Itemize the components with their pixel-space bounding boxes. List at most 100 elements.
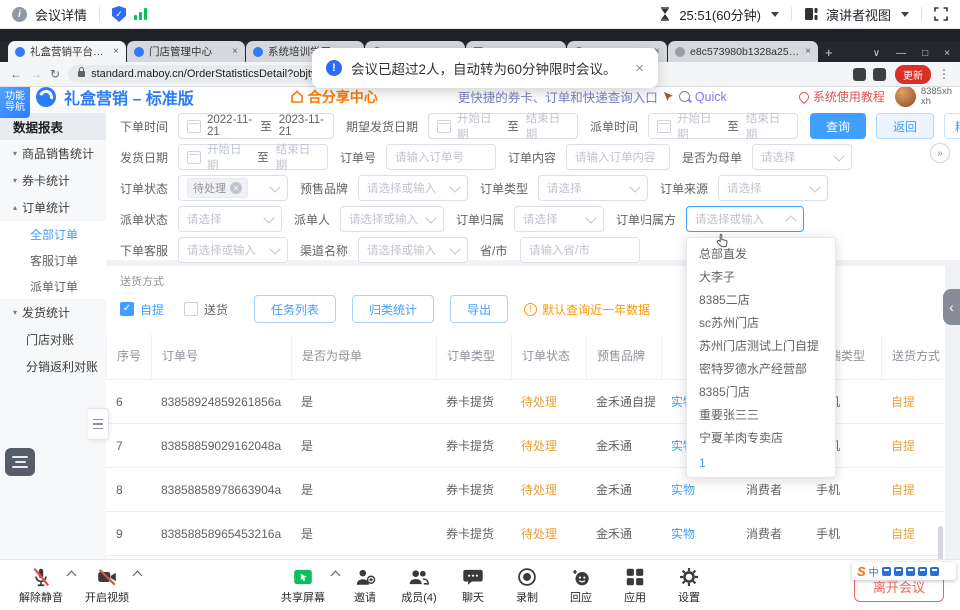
order-no-input[interactable]: 请输入订单号 (386, 144, 496, 170)
pickup-checkbox[interactable]: ✓ (120, 302, 134, 316)
close-window-button[interactable]: × (944, 48, 950, 59)
browser-tab-active[interactable]: 礼盒营销平台管理中心 × (8, 41, 126, 62)
maximize-button[interactable]: □ (922, 48, 928, 59)
dropdown-option[interactable]: 密特罗德水产经营部 (687, 358, 835, 381)
tab-close-icon[interactable]: × (232, 46, 238, 57)
order-time-range[interactable]: 2022-11-21 至 2023-11-21 (178, 113, 334, 139)
reload-icon[interactable]: ↻ (50, 67, 60, 81)
tab-close-icon[interactable]: × (805, 46, 811, 57)
tag-remove-icon[interactable]: × (230, 182, 242, 194)
sogou-ime-bar[interactable]: S 中 (852, 562, 956, 580)
video-options-caret[interactable] (133, 571, 143, 581)
meeting-details-label[interactable]: 会议详情 (35, 5, 87, 24)
status-tag[interactable]: 待处理 × (187, 178, 248, 198)
browser-update-button[interactable]: 更新 (895, 65, 931, 84)
reactions-button[interactable]: 回应 (554, 560, 608, 610)
forward-icon[interactable]: → (30, 67, 42, 81)
sidebar-item-order-stats[interactable]: ▴ 订单统计 (0, 194, 106, 221)
classify-stats-button[interactable]: 归类统计 (352, 295, 434, 323)
dropdown-option[interactable]: 重要张三三 (687, 404, 835, 427)
timer-caret-icon[interactable] (771, 12, 779, 17)
table-scrollbar[interactable] (938, 526, 943, 560)
info-icon[interactable]: i (12, 7, 27, 22)
floating-toolbar-widget[interactable] (5, 448, 35, 476)
dropdown-option[interactable]: 苏州门店测试上门自提 (687, 335, 835, 358)
sidebar-item-store-reconcile[interactable]: 门店对账 (0, 326, 106, 353)
mother-order-select[interactable]: 请选择 (752, 144, 852, 170)
channel-select[interactable]: 请选择或输入 (358, 237, 468, 263)
toast-close-icon[interactable]: × (635, 60, 644, 77)
browser-tab[interactable]: e8c573980b1328a258fd2e6f8 × (668, 41, 818, 62)
view-caret-icon[interactable] (901, 12, 909, 17)
extension-icon[interactable] (853, 68, 866, 81)
security-shield-icon[interactable]: ✓ (112, 6, 126, 22)
sidebar-item-shipping-stats[interactable]: ▾ 发货统计 (0, 299, 106, 326)
apps-button[interactable]: 应用 (608, 560, 662, 610)
ime-icon[interactable] (894, 567, 903, 576)
invite-button[interactable]: 邀请 (338, 560, 392, 610)
dropdown-option[interactable]: 宁夏羊肉专卖店 (687, 427, 835, 450)
unmute-button[interactable]: 解除静音 (8, 560, 74, 610)
fullscreen-icon[interactable] (934, 7, 948, 21)
order-status-select[interactable]: 待处理 × (178, 175, 288, 201)
page-collapse-handle[interactable]: ‹ (943, 289, 960, 325)
sidebar-item-dispatch-orders[interactable]: 派单订单 (0, 273, 106, 299)
share-screen-button[interactable]: 共享屏幕 (268, 560, 338, 610)
menu-kebab-icon[interactable]: ⋮ (938, 67, 950, 81)
chat-button[interactable]: 聊天 (446, 560, 500, 610)
dropdown-option[interactable]: sc苏州门店 (687, 312, 835, 335)
back-button[interactable]: 返回 (876, 113, 934, 139)
dropdown-option[interactable]: 8385门店 (687, 381, 835, 404)
record-button[interactable]: 录制 (500, 560, 554, 610)
browser-tab[interactable]: 门店管理中心 × (127, 41, 245, 62)
user-avatar[interactable] (895, 86, 916, 107)
order-type-select[interactable]: 请选择 (538, 175, 648, 201)
start-video-button[interactable]: 开启视频 (74, 560, 140, 610)
expect-date-range[interactable]: 开始日期 至 结束日期 (428, 113, 578, 139)
sidebar-item-service-orders[interactable]: 客服订单 (0, 247, 106, 273)
dispatch-status-select[interactable]: 请选择 (178, 206, 282, 232)
tutorial-link[interactable]: 系统使用教程 (799, 88, 885, 105)
dropdown-option[interactable]: 8385二店 (687, 289, 835, 312)
back-icon[interactable]: ← (10, 67, 22, 81)
network-signal-icon[interactable] (134, 8, 147, 20)
cell-goods-link[interactable]: 实物 (661, 525, 736, 542)
sidebar-item-product-sales[interactable]: ▾ 商品销售统计 (0, 140, 106, 167)
dispatch-time-range[interactable]: 开始日期 至 结束日期 (648, 113, 798, 139)
province-input[interactable]: 请输入省/市 (520, 237, 640, 263)
search-button[interactable]: 查询 (810, 113, 866, 139)
ime-icon[interactable] (882, 567, 891, 576)
minimize-button[interactable]: — (896, 48, 906, 59)
order-source-select[interactable]: 请选择 (718, 175, 828, 201)
simple-filter-button[interactable]: 精简筛选 (944, 113, 960, 139)
cell-goods-link[interactable]: 实物 (661, 481, 736, 498)
table-row[interactable]: 9 83858858965453216a 是 券卡提货 待处理 金禾通 实物 消… (106, 512, 945, 556)
dropdown-option[interactable]: 大李子 (687, 266, 835, 289)
dropdown-option[interactable]: 总部直发 (687, 243, 835, 266)
export-button[interactable]: 导出 (450, 295, 508, 323)
content-input[interactable]: 请输入订单内容 (566, 144, 670, 170)
belong-select[interactable]: 请选择 (514, 206, 604, 232)
expand-more-icon[interactable]: » (930, 143, 950, 163)
ime-icon[interactable] (906, 567, 915, 576)
dispatcher-select[interactable]: 请选择或输入 (340, 206, 444, 232)
deliver-checkbox[interactable] (184, 302, 198, 316)
quick-tip[interactable]: 更快捷的券卡、订单和快递查询入口 Quick (458, 87, 727, 106)
ime-icon[interactable] (930, 567, 939, 576)
presale-brand-select[interactable]: 请选择或输入 (358, 175, 468, 201)
extension-icon[interactable] (873, 68, 886, 81)
tab-search-icon[interactable]: ∨ (873, 48, 880, 59)
sidebar-item-card-stats[interactable]: ▾ 券卡统计 (0, 167, 106, 194)
ship-date-range[interactable]: 开始日期 至 结束日期 (178, 144, 328, 170)
sidebar-item-rebate-reconcile[interactable]: 分销返利对账 (0, 353, 106, 380)
sidebar-item-all-orders[interactable]: 全部订单 (0, 221, 106, 247)
share-center-link[interactable]: 合分享中心 (290, 87, 378, 107)
meeting-timer[interactable]: 25:51(60分钟) (679, 5, 761, 24)
ime-icon[interactable] (918, 567, 927, 576)
agent-select[interactable]: 请选择或输入 (178, 237, 288, 263)
sidebar-drawer-handle[interactable] (88, 408, 109, 440)
members-button[interactable]: 成员(4) (392, 560, 446, 610)
settings-button[interactable]: 设置 (662, 560, 716, 610)
view-mode-label[interactable]: 演讲者视图 (826, 5, 891, 24)
new-tab-button[interactable]: + (825, 45, 833, 60)
